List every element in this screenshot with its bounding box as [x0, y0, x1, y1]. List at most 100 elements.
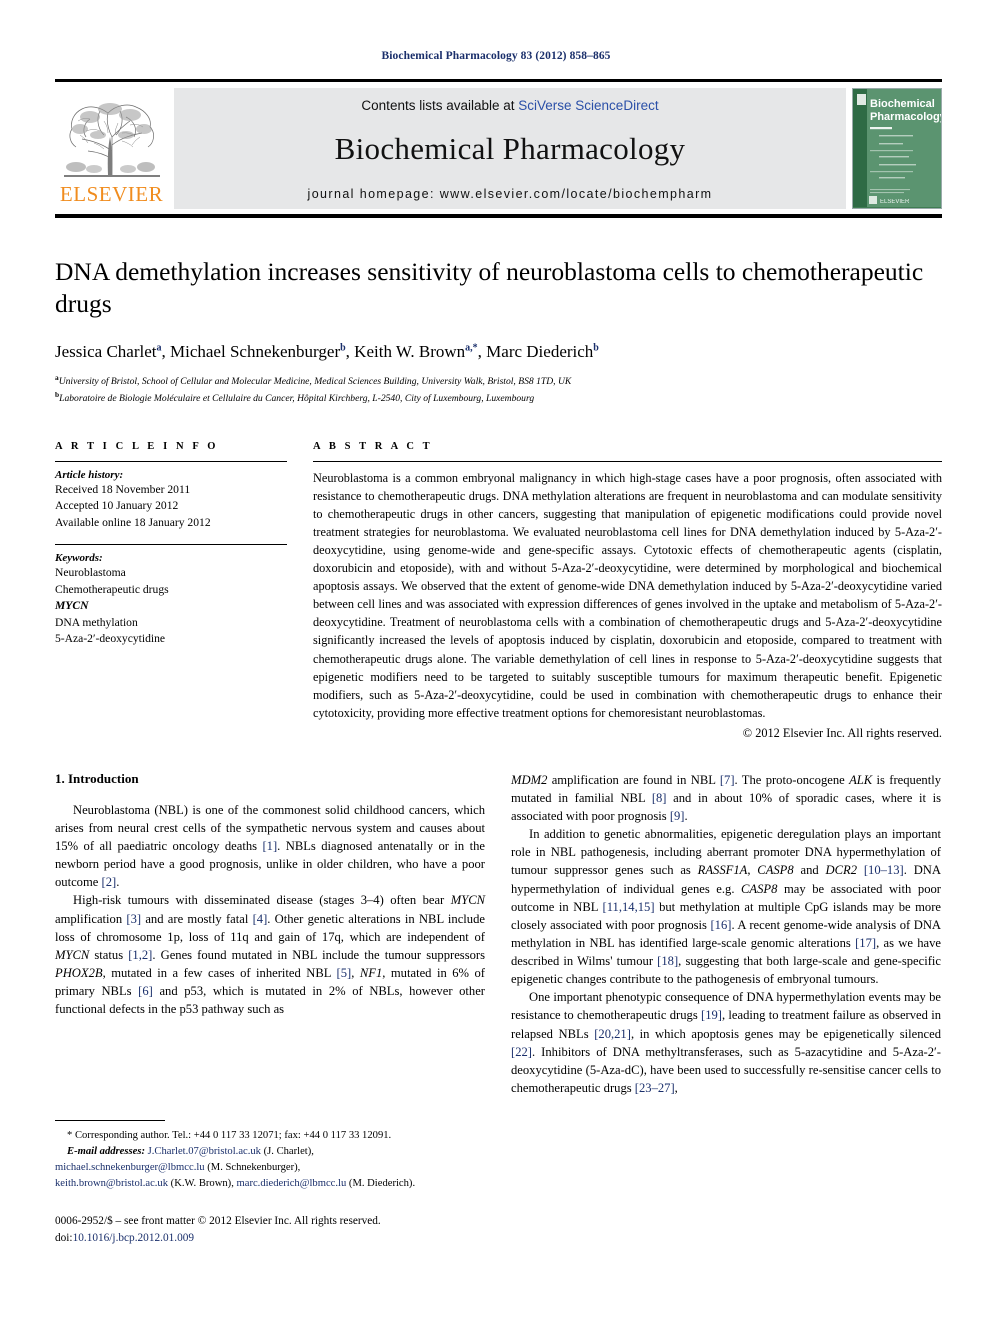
- body-paragraph: High-risk tumours with disseminated dise…: [55, 893, 486, 1017]
- citation-reference[interactable]: [4]: [253, 912, 268, 926]
- paper-page: Biochemical Pharmacology 83 (2012) 858–8…: [0, 0, 992, 1323]
- article-history-list: Received 18 November 2011 Accepted 10 Jan…: [55, 482, 287, 531]
- intro-left-paragraphs: Neuroblastoma (NBL) is one of the common…: [55, 801, 485, 1019]
- doi-line: doi:10.1016/j.bcp.2012.01.009: [55, 1230, 381, 1247]
- email-link[interactable]: keith.brown@bristol.ac.uk: [55, 1178, 168, 1189]
- title-block: DNA demethylation increases sensitivity …: [55, 256, 937, 407]
- citation-reference[interactable]: [5]: [337, 966, 352, 980]
- contents-prefix: Contents lists available at: [361, 98, 519, 113]
- author-list: Jessica Charleta, Michael Schnekenburger…: [55, 341, 599, 361]
- elsevier-wordmark: ELSEVIER: [59, 182, 164, 206]
- gene-symbol: CASP8: [757, 863, 794, 878]
- divider: [313, 460, 942, 462]
- journal-cover-thumbnail[interactable]: Biochemical Pharmacology ELSEVIER: [852, 88, 942, 209]
- journal-homepage[interactable]: journal homepage: www.elsevier.com/locat…: [308, 187, 713, 201]
- author-name: Jessica Charlet: [55, 341, 157, 361]
- email-line: michael.schnekenburger@lbmcc.lu (M. Schn…: [55, 1161, 301, 1173]
- citation-reference[interactable]: [9]: [670, 809, 685, 823]
- author-affiliation-mark: b: [593, 342, 599, 354]
- citation-reference[interactable]: [3]: [126, 912, 141, 926]
- citation-reference[interactable]: [2]: [102, 875, 117, 889]
- body-column-left: 1. Introduction Neuroblastoma (NBL) is o…: [55, 771, 485, 1097]
- gene-symbol: PHOX2B: [55, 965, 103, 980]
- abstract-heading: A B S T R A C T: [313, 440, 433, 452]
- citation-reference[interactable]: [23–27]: [635, 1081, 675, 1095]
- body-paragraph: In addition to genetic abnormalities, ep…: [511, 827, 942, 987]
- citation-reference[interactable]: [11,14,15]: [603, 900, 655, 914]
- article-info-column: A R T I C L E I N F O Article history: R…: [55, 441, 287, 741]
- email-note: E-mail addresses: J.Charlet.07@bristol.a…: [55, 1144, 485, 1192]
- citation-reference[interactable]: [19]: [701, 1008, 722, 1022]
- citation-reference[interactable]: [22]: [511, 1045, 532, 1059]
- keywords-list: Neuroblastoma Chemotherapeutic drugs MYCN D…: [55, 565, 287, 647]
- keyword-item: 5-Aza-2′-deoxycytidine: [55, 632, 166, 646]
- author-affiliation-mark: a,*: [465, 342, 478, 354]
- email-addresses-line: E-mail addresses: J.Charlet.07@bristol.a…: [67, 1145, 314, 1157]
- citation-reference[interactable]: [1,2]: [128, 948, 152, 962]
- author-name: Keith W. Brown: [354, 341, 466, 361]
- keyword-item: DNA methylation: [55, 615, 138, 629]
- body-columns: 1. Introduction Neuroblastoma (NBL) is o…: [55, 771, 942, 1097]
- article-info-heading: A R T I C L E I N F O: [55, 440, 219, 452]
- body-paragraph: Neuroblastoma (NBL) is one of the common…: [55, 802, 485, 890]
- email-line: keith.brown@bristol.ac.uk (K.W. Brown), …: [55, 1177, 416, 1189]
- section-heading-introduction: 1. Introduction: [55, 770, 139, 786]
- doi-label: doi:: [55, 1231, 73, 1244]
- svg-text:Biochemical: Biochemical: [870, 98, 935, 110]
- email-link[interactable]: marc.diederich@lbmcc.lu: [237, 1178, 347, 1189]
- corresponding-author-note: * Corresponding author. Tel.: +44 0 117 …: [67, 1130, 392, 1141]
- abstract-copyright: © 2012 Elsevier Inc. All rights reserved…: [742, 725, 942, 740]
- author-name: Michael Schnekenburger: [170, 341, 341, 361]
- body-column-right: MDM2 amplification are found in NBL [7].…: [511, 771, 941, 1097]
- journal-title: Biochemical Pharmacology: [334, 131, 686, 166]
- svg-text:Pharmacology: Pharmacology: [870, 111, 941, 123]
- affiliation-line: bLaboratoire de Biologie Moléculaire et …: [55, 390, 535, 405]
- citation-reference[interactable]: [1]: [262, 839, 277, 853]
- doi-link[interactable]: 10.1016/j.bcp.2012.01.009: [73, 1232, 194, 1244]
- email-link[interactable]: J.Charlet.07@bristol.ac.uk: [148, 1146, 261, 1157]
- footnote-area: * Corresponding author. Tel.: +44 0 117 …: [55, 1120, 485, 1192]
- abstract-column: A B S T R A C T Neuroblastoma is a commo…: [313, 441, 942, 741]
- citation-reference[interactable]: [16]: [710, 918, 731, 932]
- citation-reference[interactable]: [8]: [652, 791, 667, 805]
- gene-symbol: CASP8: [741, 881, 778, 896]
- email-addresses-label: E-mail addresses:: [67, 1145, 148, 1157]
- keyword-item: MYCN: [55, 599, 89, 613]
- email-link[interactable]: michael.schnekenburger@lbmcc.lu: [55, 1162, 205, 1173]
- author-name: Marc Diederich: [486, 341, 594, 361]
- gene-symbol: RASSF1A: [697, 863, 748, 878]
- footnote-divider: [55, 1120, 165, 1121]
- sciencedirect-link[interactable]: SciVerse ScienceDirect: [518, 98, 658, 113]
- body-paragraph: MDM2 amplification are found in NBL [7].…: [511, 772, 941, 824]
- svg-text:ELSEVIER: ELSEVIER: [880, 199, 910, 205]
- gene-symbol: MYCN: [55, 947, 90, 962]
- gene-symbol: NF1: [359, 965, 383, 980]
- elsevier-logo: ELSEVIER: [55, 88, 168, 209]
- page-title: DNA demethylation increases sensitivity …: [55, 257, 924, 318]
- article-history-label: Article history:: [55, 468, 124, 481]
- citation-reference[interactable]: [10–13]: [864, 863, 904, 877]
- journal-masthead: ELSEVIER Contents lists available at Sci…: [55, 79, 942, 218]
- running-head: Biochemical Pharmacology 83 (2012) 858–8…: [381, 50, 611, 62]
- article-history-item: Received 18 November 2011: [55, 482, 191, 496]
- article-history-item: Available online 18 January 2012: [55, 515, 211, 529]
- abstract-text: Neuroblastoma is a common embryonal mali…: [313, 470, 942, 720]
- elsevier-tree-icon: [60, 91, 164, 183]
- author-affiliation-mark: a: [156, 342, 162, 354]
- citation-reference[interactable]: [7]: [720, 773, 735, 787]
- divider: [55, 460, 287, 462]
- gene-symbol: DCR2: [825, 863, 858, 878]
- article-history-item: Accepted 10 January 2012: [55, 499, 179, 513]
- imprint-block: 0006-2952/$ – see front matter © 2012 El…: [55, 1213, 381, 1247]
- citation-reference[interactable]: [20,21]: [594, 1027, 631, 1041]
- keyword-item: Neuroblastoma: [55, 566, 126, 580]
- citation-reference[interactable]: [6]: [138, 984, 153, 998]
- gene-symbol: ALK: [849, 772, 873, 787]
- divider: [55, 544, 287, 546]
- citation-reference[interactable]: [17]: [855, 936, 876, 950]
- contents-available-line: Contents lists available at SciVerse Sci…: [361, 98, 658, 113]
- gene-symbol: MDM2: [511, 772, 548, 787]
- gene-symbol: MYCN: [450, 893, 485, 908]
- citation-reference[interactable]: [18]: [657, 954, 678, 968]
- affiliation-list: aUniversity of Bristol, School of Cellul…: [55, 372, 937, 407]
